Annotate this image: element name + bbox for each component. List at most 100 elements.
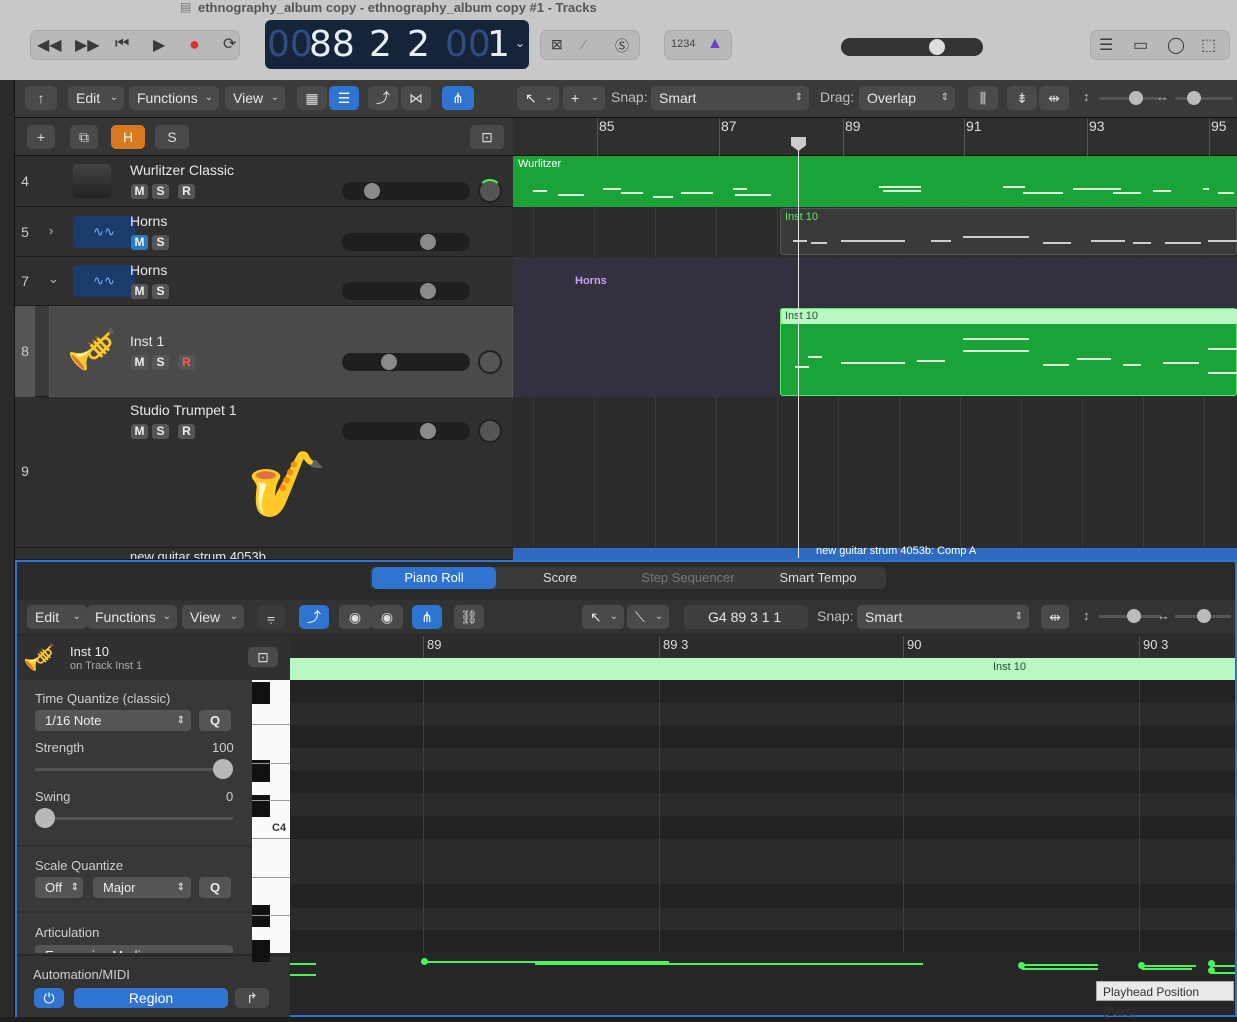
bar-ruler[interactable]: 85 87 89 91 93 95 — [513, 118, 1237, 156]
catch-icon[interactable]: ⋔ — [442, 86, 474, 110]
pencil-tool[interactable]: + ⌄ — [563, 86, 605, 110]
solo-button[interactable]: S — [152, 424, 169, 439]
notepad-icon[interactable]: ▭ — [1133, 35, 1148, 55]
list-editors-icon[interactable]: ☰ — [1099, 35, 1113, 55]
pitch-row[interactable] — [290, 862, 1235, 884]
automation-point[interactable] — [421, 958, 428, 965]
duplicate-track-icon[interactable]: ⧉ — [70, 125, 98, 149]
horizontal-zoom-slider[interactable] — [1175, 91, 1233, 105]
tuner-icon[interactable]: ⁄ — [583, 36, 585, 52]
fader-knob[interactable] — [420, 234, 437, 250]
pitch-row[interactable] — [290, 680, 1235, 702]
catch-icon[interactable]: ⋔ — [412, 605, 442, 629]
midi-in-icon[interactable]: ◉ — [339, 605, 371, 629]
black-key[interactable] — [252, 682, 270, 704]
track-row[interactable]: 9 Studio Trumpet 1 M S R 🎷 — [15, 397, 513, 548]
pitch-row[interactable] — [290, 930, 1235, 953]
mute-button[interactable]: M — [131, 235, 148, 250]
swing-knob[interactable] — [35, 808, 55, 828]
region-inst10-selected[interactable]: Inst 10 — [780, 308, 1237, 396]
swing-slider[interactable] — [35, 808, 233, 828]
list-view-icon[interactable]: ☰ — [329, 86, 359, 110]
track-name[interactable]: Wurlitzer Classic — [130, 162, 234, 178]
loop-browser-icon[interactable]: ◯ — [1167, 35, 1185, 55]
scale-root-select[interactable]: Off ⇕ — [35, 877, 83, 898]
quantize-button[interactable]: Q — [199, 710, 231, 731]
mute-button[interactable]: M — [131, 355, 148, 370]
horizontal-fit-icon[interactable]: ⇹ — [1039, 86, 1069, 110]
region-wurlitzer[interactable]: Wurlitzer — [513, 156, 1237, 207]
metronome-icon[interactable]: ▲ — [707, 35, 723, 53]
solo-button[interactable]: S — [152, 235, 169, 250]
vertical-zoom-knob[interactable] — [1129, 91, 1143, 105]
scale-quantize-button[interactable]: Q — [199, 877, 231, 898]
automation-point[interactable] — [1018, 962, 1025, 969]
zoom-knob[interactable] — [1197, 609, 1211, 623]
black-key[interactable] — [252, 940, 270, 962]
flex-icon[interactable]: ⋈ — [401, 86, 431, 110]
editor-functions-menu[interactable]: Functions ⌄ — [87, 605, 177, 629]
lcd-display[interactable]: 00 88 2 2 00 1 ⌄ — [265, 20, 529, 69]
automation-lane[interactable] — [290, 953, 1235, 1015]
play-icon[interactable]: ▶ — [153, 35, 165, 55]
automation-point[interactable] — [1138, 962, 1145, 969]
pitch-row[interactable] — [290, 702, 1235, 725]
pencil-tool[interactable]: ⟍ ⌄ — [627, 605, 669, 629]
track-name[interactable]: Studio Trumpet 1 — [130, 402, 237, 418]
strength-knob[interactable] — [213, 759, 233, 779]
record-icon[interactable]: ● — [189, 34, 200, 55]
pitch-row[interactable] — [290, 816, 1235, 839]
edit-menu[interactable]: Edit ⌄ — [68, 86, 124, 110]
global-solo-button[interactable]: S — [155, 125, 189, 149]
solo-icon[interactable]: Ⓢ — [615, 36, 629, 56]
mute-button[interactable]: M — [131, 424, 148, 439]
piano-roll-grid[interactable] — [290, 680, 1235, 953]
editor-view-menu[interactable]: View ⌄ — [182, 605, 244, 629]
automation-point[interactable] — [1208, 960, 1215, 967]
quantize-value-select[interactable]: 1/16 Note ⇕ — [35, 710, 191, 731]
mute-button[interactable]: M — [131, 184, 148, 199]
solo-button[interactable]: S — [152, 184, 169, 199]
fader-knob[interactable] — [381, 354, 398, 370]
solo-button[interactable]: S — [152, 355, 169, 370]
editor-horizontal-zoom-slider[interactable] — [1175, 609, 1231, 623]
functions-menu[interactable]: Functions ⌄ — [129, 86, 219, 110]
pan-knob[interactable] — [478, 179, 502, 203]
replace-icon[interactable]: ⊠ — [551, 36, 563, 53]
fader-knob[interactable] — [420, 423, 437, 439]
fader-knob[interactable] — [420, 283, 437, 299]
volume-fader[interactable] — [342, 353, 470, 371]
pitch-row[interactable] — [290, 907, 1235, 930]
rewind-icon[interactable]: ◀◀ — [37, 35, 62, 55]
pitch-row[interactable] — [290, 793, 1235, 816]
count-in-label[interactable]: 1234 — [671, 38, 695, 50]
snap-select[interactable]: Smart ⇕ — [651, 86, 809, 110]
back-icon[interactable]: ↑ — [25, 86, 57, 110]
collapse-icon[interactable]: ⊡ — [470, 125, 504, 149]
editor-vertical-zoom-slider[interactable] — [1099, 609, 1161, 623]
articulation-select[interactable]: Expressive Medium — [35, 945, 233, 953]
waveform-zoom-icon[interactable]: ⫼ — [968, 86, 998, 110]
automation-point[interactable] — [1208, 967, 1215, 974]
track-row-selected[interactable]: 8 🎺 Inst 1 M S R — [15, 306, 513, 397]
track-row[interactable]: 7 ⌄ ∿∿ Horns M S — [15, 257, 513, 306]
pointer-tool[interactable]: ↖ ⌄ — [517, 86, 559, 110]
arrange-area[interactable]: Wurlitzer Inst 10 Horns Inst 10 new guit… — [513, 156, 1237, 560]
add-track-button[interactable]: + — [27, 125, 55, 149]
editor-snap-select[interactable]: Smart ⇕ — [857, 605, 1029, 629]
volume-fader[interactable] — [342, 233, 470, 251]
black-key[interactable] — [252, 795, 270, 817]
volume-fader[interactable] — [342, 422, 470, 440]
track-name[interactable]: Horns — [130, 262, 167, 278]
volume-fader[interactable] — [342, 282, 470, 300]
disclosure-down-icon[interactable]: ⌄ — [48, 271, 59, 287]
tab-smart-tempo[interactable]: Smart Tempo — [754, 567, 882, 589]
pitch-row[interactable] — [290, 839, 1235, 862]
record-enable-button[interactable]: R — [178, 355, 195, 370]
master-volume-slider[interactable] — [841, 38, 983, 56]
cycle-icon[interactable]: ⟳ — [223, 34, 236, 54]
record-enable-button[interactable]: R — [178, 424, 195, 439]
strength-slider[interactable] — [35, 759, 233, 779]
go-to-start-icon[interactable]: ⏮ — [115, 35, 129, 53]
solo-button[interactable]: S — [152, 284, 169, 299]
